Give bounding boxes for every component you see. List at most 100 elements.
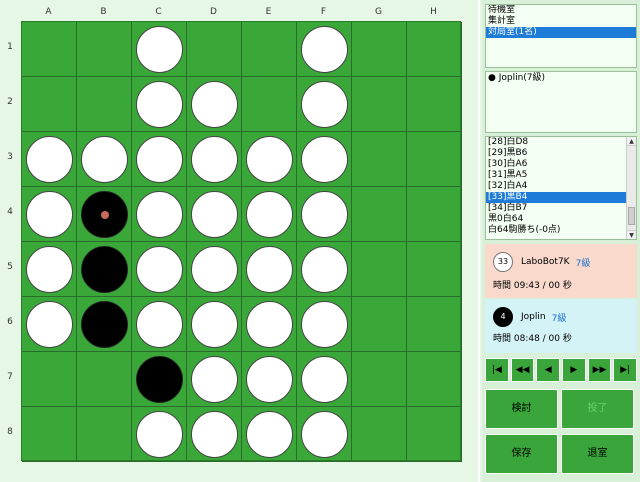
leave-room-button[interactable]: 退室 bbox=[561, 434, 634, 474]
board-cell-g5[interactable] bbox=[352, 242, 407, 297]
board-cell-a7[interactable] bbox=[22, 352, 77, 407]
board-cell-c6[interactable] bbox=[132, 297, 187, 352]
scroll-up-icon[interactable]: ▲ bbox=[627, 137, 636, 146]
board-cell-b7[interactable] bbox=[77, 352, 132, 407]
board-cell-b3[interactable] bbox=[77, 132, 132, 187]
board-cell-h1[interactable] bbox=[407, 22, 462, 77]
room-list[interactable]: 待機室 集計室 対局室(1名) bbox=[485, 4, 637, 68]
board-cell-b6[interactable] bbox=[77, 297, 132, 352]
board-cell-h6[interactable] bbox=[407, 297, 462, 352]
scroll-down-icon[interactable]: ▼ bbox=[627, 230, 636, 239]
board-cell-f5[interactable] bbox=[297, 242, 352, 297]
row-label: 4 bbox=[7, 207, 13, 217]
save-button[interactable]: 保存 bbox=[485, 434, 558, 474]
board-cell-g4[interactable] bbox=[352, 187, 407, 242]
board-cell-e5[interactable] bbox=[242, 242, 297, 297]
list-item[interactable]: [34]白B7 bbox=[486, 203, 626, 214]
board-cell-g7[interactable] bbox=[352, 352, 407, 407]
board-cell-e6[interactable] bbox=[242, 297, 297, 352]
board-cell-b8[interactable] bbox=[77, 407, 132, 462]
board-cell-d5[interactable] bbox=[187, 242, 242, 297]
board-cell-a5[interactable] bbox=[22, 242, 77, 297]
previous-move-button[interactable]: ◀ bbox=[536, 358, 561, 382]
move-list-scrollbar[interactable]: ▲ ▼ bbox=[626, 137, 636, 239]
board-cell-b1[interactable] bbox=[77, 22, 132, 77]
board-cell-a2[interactable] bbox=[22, 77, 77, 132]
scroll-thumb[interactable] bbox=[628, 207, 635, 225]
board-cell-a1[interactable] bbox=[22, 22, 77, 77]
white-disc bbox=[301, 191, 348, 238]
list-item[interactable]: 集計室 bbox=[486, 16, 636, 27]
board-cell-g8[interactable] bbox=[352, 407, 407, 462]
list-item[interactable]: 対局室(1名) bbox=[486, 27, 636, 38]
board-cell-g6[interactable] bbox=[352, 297, 407, 352]
board-cell-f6[interactable] bbox=[297, 297, 352, 352]
board-cell-d3[interactable] bbox=[187, 132, 242, 187]
list-item[interactable]: [31]黒A5 bbox=[486, 170, 626, 181]
board-cell-f3[interactable] bbox=[297, 132, 352, 187]
board-cell-d7[interactable] bbox=[187, 352, 242, 407]
list-item[interactable]: [29]黒B6 bbox=[486, 148, 626, 159]
board-cell-c4[interactable] bbox=[132, 187, 187, 242]
list-item[interactable]: [32]白A4 bbox=[486, 181, 626, 192]
board-cell-f7[interactable] bbox=[297, 352, 352, 407]
move-history-list[interactable]: [28]白D8 [29]黒B6 [30]白A6 [31]黒A5 [32]白A4 [33]黒… bbox=[485, 136, 637, 240]
black-disc bbox=[81, 246, 128, 293]
list-item[interactable]: ● Joplin(7級) bbox=[486, 73, 636, 84]
board-cell-b2[interactable] bbox=[77, 77, 132, 132]
board-cell-h7[interactable] bbox=[407, 352, 462, 407]
board-cell-g1[interactable] bbox=[352, 22, 407, 77]
board-cell-d8[interactable] bbox=[187, 407, 242, 462]
board-cell-e2[interactable] bbox=[242, 77, 297, 132]
board-cell-c1[interactable] bbox=[132, 22, 187, 77]
board-cell-b4[interactable] bbox=[77, 187, 132, 242]
list-item[interactable]: [28]白D8 bbox=[486, 137, 626, 148]
board-cell-a8[interactable] bbox=[22, 407, 77, 462]
board-cell-a6[interactable] bbox=[22, 297, 77, 352]
first-move-button[interactable]: |◀ bbox=[485, 358, 509, 382]
board-cell-h5[interactable] bbox=[407, 242, 462, 297]
board-cell-f4[interactable] bbox=[297, 187, 352, 242]
board-cell-e7[interactable] bbox=[242, 352, 297, 407]
list-item[interactable]: [33]黒B4 bbox=[486, 192, 626, 203]
board-cell-a4[interactable] bbox=[22, 187, 77, 242]
next-move-button[interactable]: ▶ bbox=[562, 358, 586, 382]
board-cell-g3[interactable] bbox=[352, 132, 407, 187]
board-cell-d2[interactable] bbox=[187, 77, 242, 132]
spectator-list[interactable]: ● Joplin(7級) bbox=[485, 71, 637, 133]
board-cell-f8[interactable] bbox=[297, 407, 352, 462]
othello-board[interactable] bbox=[21, 21, 462, 462]
list-item[interactable]: [30]白A6 bbox=[486, 159, 626, 170]
last-move-button[interactable]: ▶| bbox=[613, 358, 638, 382]
board-cell-h8[interactable] bbox=[407, 407, 462, 462]
board-cell-h4[interactable] bbox=[407, 187, 462, 242]
side-panel: 待機室 集計室 対局室(1名) ● Joplin(7級) [28]白D8 [29]黒B… bbox=[482, 0, 640, 482]
board-cell-e4[interactable] bbox=[242, 187, 297, 242]
rewind-button[interactable]: ◀◀ bbox=[510, 358, 535, 382]
fast-forward-button[interactable]: ▶▶ bbox=[587, 358, 612, 382]
board-cell-c3[interactable] bbox=[132, 132, 187, 187]
board-cell-d4[interactable] bbox=[187, 187, 242, 242]
board-cell-d6[interactable] bbox=[187, 297, 242, 352]
board-cell-c2[interactable] bbox=[132, 77, 187, 132]
board-cell-e3[interactable] bbox=[242, 132, 297, 187]
board-cell-h2[interactable] bbox=[407, 77, 462, 132]
board-cell-f1[interactable] bbox=[297, 22, 352, 77]
white-disc bbox=[136, 26, 183, 73]
board-cell-d1[interactable] bbox=[187, 22, 242, 77]
board-cell-e1[interactable] bbox=[242, 22, 297, 77]
list-item[interactable]: 白64駒勝ち(-0点) bbox=[486, 225, 626, 236]
resign-button[interactable]: 投了 bbox=[561, 389, 634, 429]
board-cell-h3[interactable] bbox=[407, 132, 462, 187]
board-cell-e8[interactable] bbox=[242, 407, 297, 462]
board-cell-c8[interactable] bbox=[132, 407, 187, 462]
list-item[interactable]: 黒0白64 bbox=[486, 214, 626, 225]
review-button[interactable]: 検討 bbox=[485, 389, 558, 429]
board-cell-c5[interactable] bbox=[132, 242, 187, 297]
board-cell-g2[interactable] bbox=[352, 77, 407, 132]
board-cell-c7[interactable] bbox=[132, 352, 187, 407]
board-cell-a3[interactable] bbox=[22, 132, 77, 187]
board-cell-f2[interactable] bbox=[297, 77, 352, 132]
list-item[interactable]: 待機室 bbox=[486, 5, 636, 16]
board-cell-b5[interactable] bbox=[77, 242, 132, 297]
